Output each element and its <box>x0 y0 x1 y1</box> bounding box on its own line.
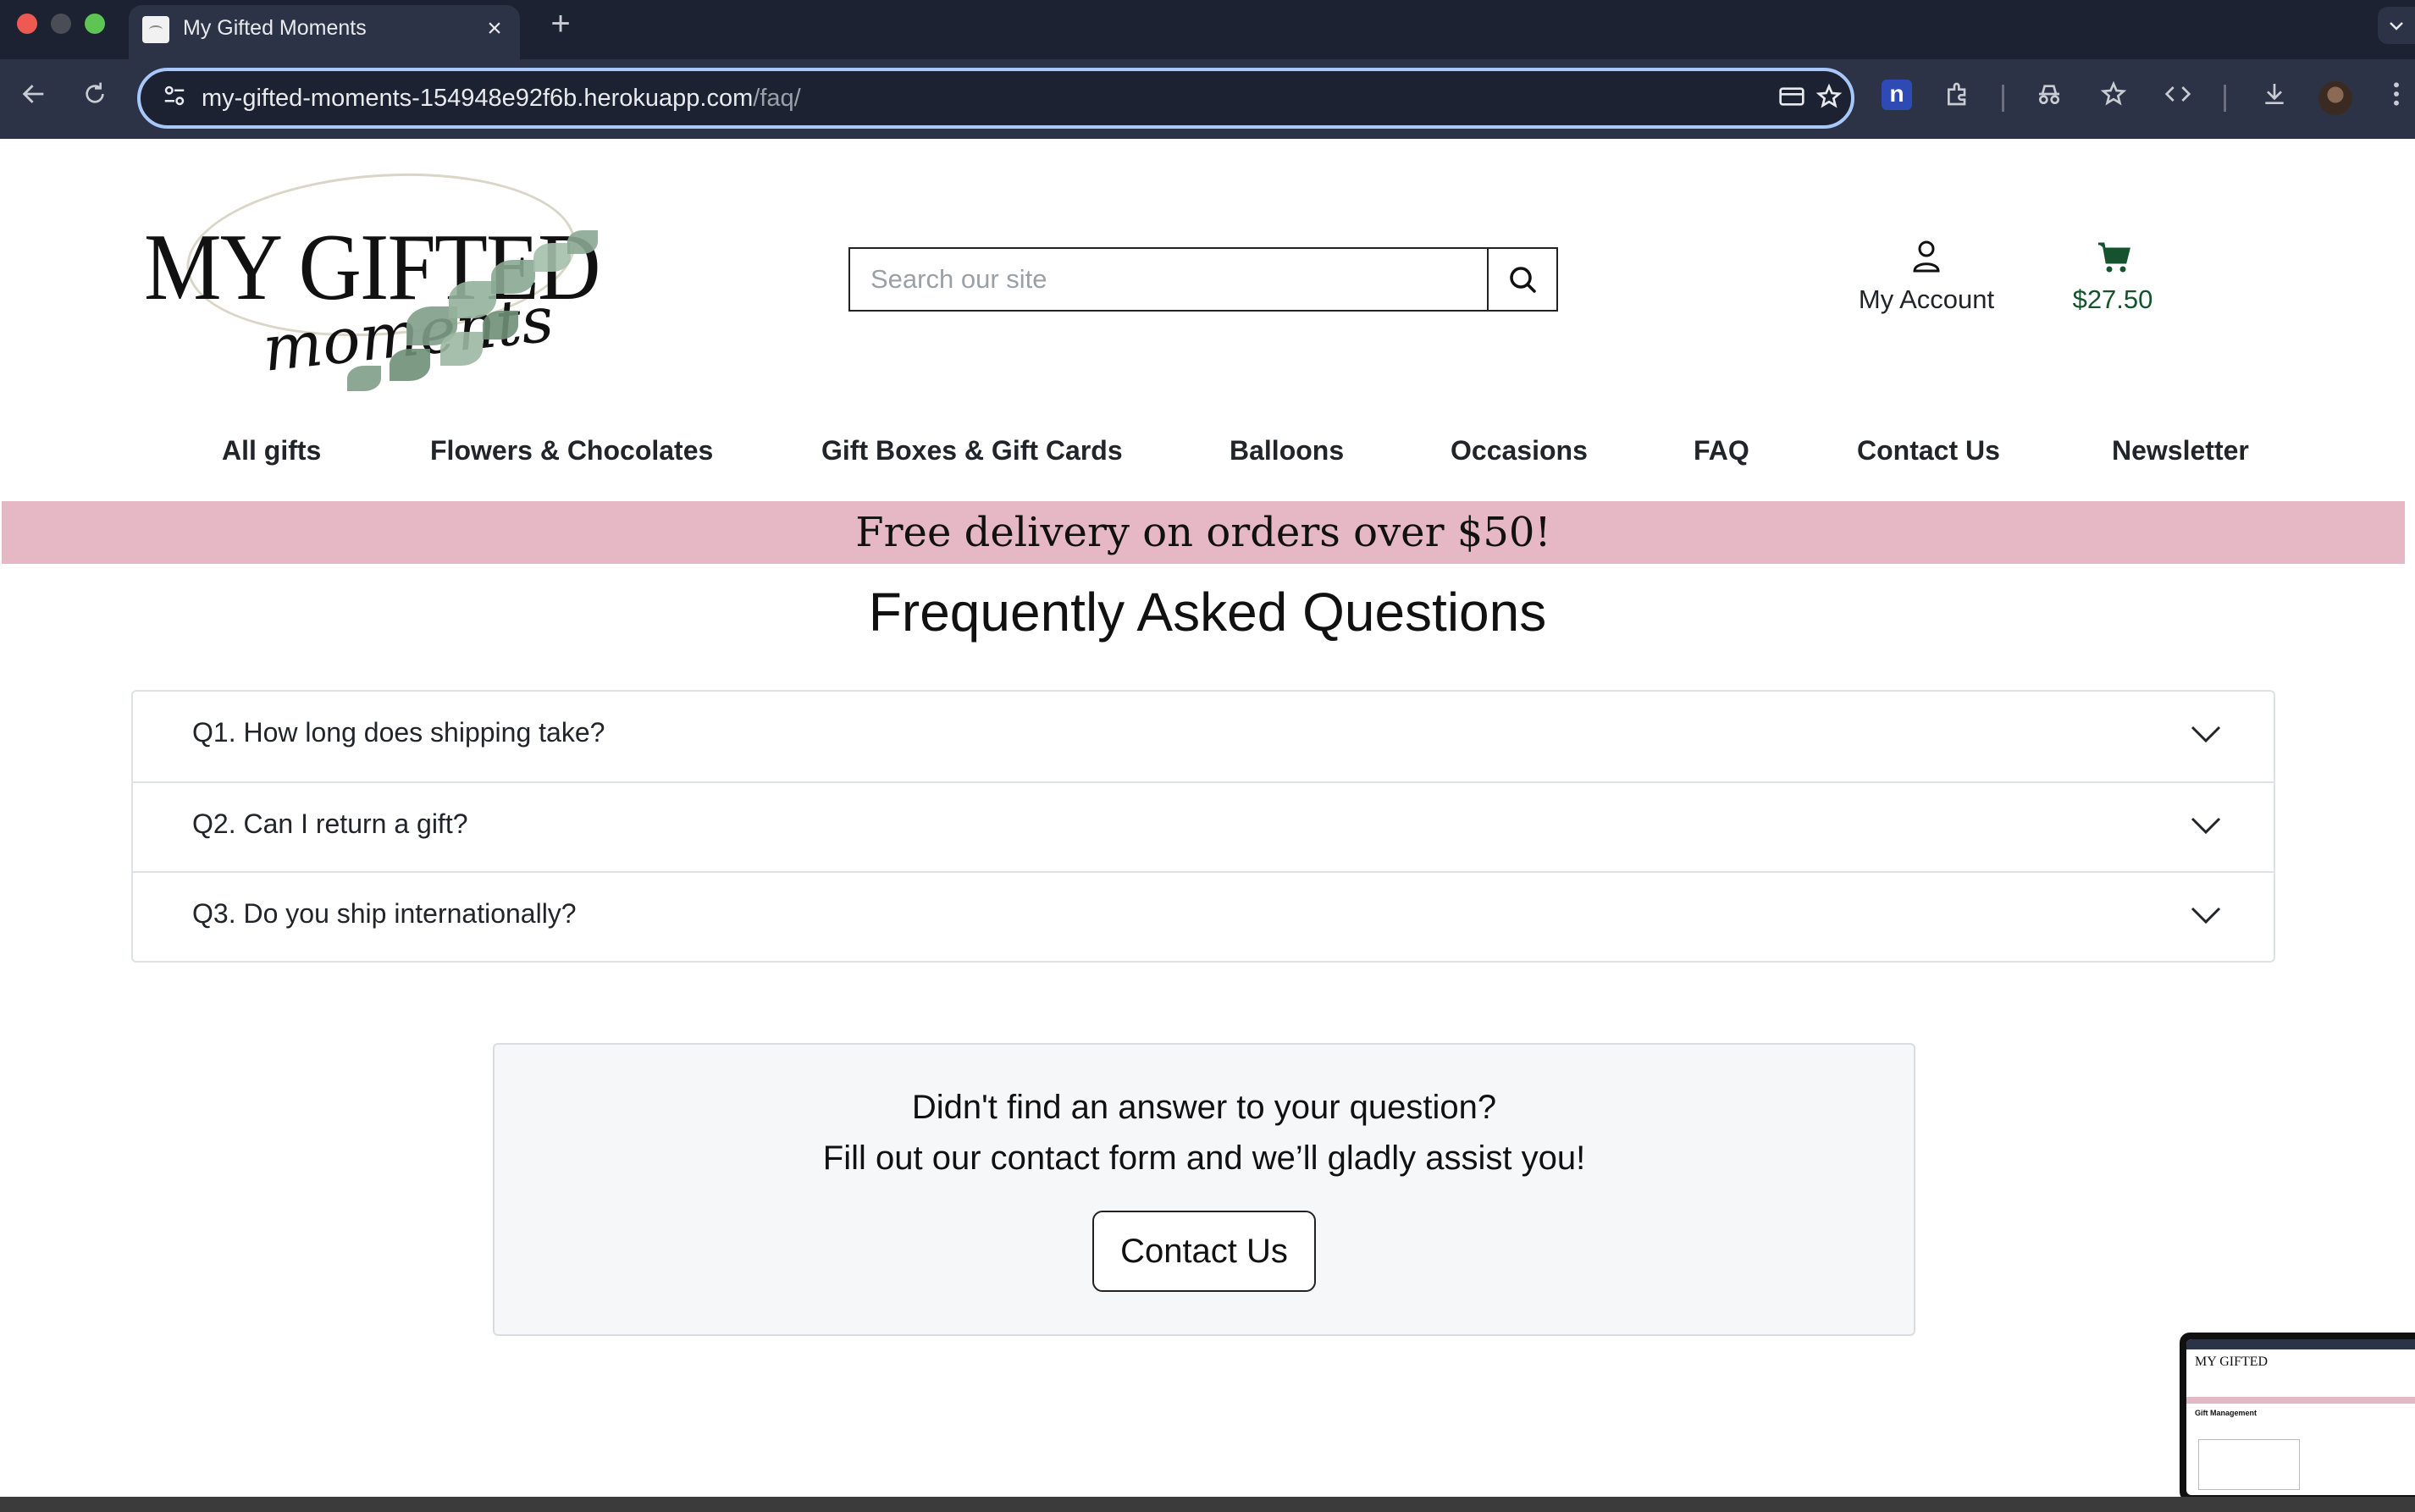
thumbnail-browser-bar <box>2186 1339 2415 1349</box>
thumbnail-screen: MY GIFTED Gift Management <box>2186 1339 2415 1495</box>
url-text: my-gifted-moments-154948e92f6b.herokuapp… <box>202 85 801 113</box>
tab-title: My Gifted Moments <box>183 16 367 40</box>
screenshot-thumbnail[interactable]: MY GIFTED Gift Management <box>2180 1333 2415 1502</box>
url-path: /faq/ <box>753 85 801 112</box>
search-input[interactable] <box>850 249 1489 310</box>
site-logo[interactable]: MY GIFTED moments <box>135 161 677 417</box>
main-navigation: All gifts Flowers & Chocolates Gift Boxe… <box>0 435 2415 486</box>
eucalyptus-leaf <box>567 230 598 254</box>
eucalyptus-leaf <box>491 260 535 294</box>
contact-us-button[interactable]: Contact Us <box>1092 1211 1316 1292</box>
promo-banner-text: Free delivery on orders over $50! <box>855 509 1551 556</box>
card-icon[interactable] <box>1775 83 1809 117</box>
window-close-button[interactable] <box>17 14 37 34</box>
faq-question: Q1. How long does shipping take? <box>192 717 605 748</box>
address-bar[interactable]: my-gifted-moments-154948e92f6b.herokuapp… <box>137 68 1854 129</box>
eucalyptus-leaf <box>347 366 381 391</box>
toolbar-divider <box>2224 85 2226 112</box>
faq-item[interactable]: Q1. How long does shipping take? <box>133 692 2274 781</box>
bookmark-star-icon[interactable] <box>1812 83 1846 117</box>
chevron-down-icon <box>2191 817 2221 835</box>
window-bottom-edge <box>0 1497 2415 1512</box>
chevron-down-icon <box>2191 907 2221 924</box>
site-info-icon[interactable] <box>159 83 190 113</box>
window-minimize-button[interactable] <box>51 14 71 34</box>
nav-link-faq[interactable]: FAQ <box>1694 435 1749 466</box>
browser-tab-active[interactable]: My Gifted Moments × <box>129 5 520 59</box>
nav-link-occasions[interactable]: Occasions <box>1451 435 1588 466</box>
eucalyptus-leaf <box>440 332 483 366</box>
nav-link-gift-boxes[interactable]: Gift Boxes & Gift Cards <box>821 435 1123 466</box>
profile-avatar[interactable] <box>2318 81 2352 115</box>
my-account-label: My Account <box>1858 284 1995 314</box>
page-content: MY GIFTED moments My Account <box>0 139 2415 1502</box>
window-zoom-button[interactable] <box>85 14 105 34</box>
cart-icon <box>2098 242 2130 273</box>
chevron-down-icon <box>2191 726 2221 743</box>
nav-link-newsletter[interactable]: Newsletter <box>2112 435 2249 466</box>
tab-search-button[interactable] <box>2378 7 2415 44</box>
thumbnail-logo: MY GIFTED <box>2195 1355 2269 1369</box>
eucalyptus-leaf <box>483 311 518 339</box>
faq-question: Q3. Do you ship internationally? <box>192 898 577 929</box>
incognito-icon[interactable] <box>2031 80 2068 117</box>
faq-question: Q2. Can I return a gift? <box>192 808 468 839</box>
nav-link-balloons[interactable]: Balloons <box>1230 435 1344 466</box>
search-button[interactable] <box>1487 249 1556 310</box>
user-icon <box>1913 240 1940 273</box>
favicon-icon <box>142 16 169 43</box>
bookmarks-star-icon[interactable] <box>2095 80 2132 117</box>
url-host: my-gifted-moments-154948e92f6b.herokuapp… <box>202 85 754 112</box>
new-tab-button[interactable]: + <box>542 5 579 42</box>
more-menu-icon[interactable] <box>2378 80 2415 117</box>
contact-prompt-line-2: Fill out our contact form and we’ll glad… <box>822 1140 1586 1177</box>
promo-banner: Free delivery on orders over $50! <box>2 501 2405 564</box>
faq-accordion: Q1. How long does shipping take? Q2. Can… <box>131 690 2275 963</box>
back-button[interactable] <box>15 80 52 117</box>
toolbar-divider <box>2002 85 2004 112</box>
thumbnail-form-field <box>2198 1439 2300 1490</box>
eucalyptus-leaf <box>533 243 571 272</box>
nav-link-contact-us[interactable]: Contact Us <box>1857 435 2000 466</box>
nav-link-all-gifts[interactable]: All gifts <box>222 435 321 466</box>
nav-link-flowers-chocolates[interactable]: Flowers & Chocolates <box>430 435 713 466</box>
reload-icon <box>86 82 104 103</box>
my-account-link[interactable]: My Account <box>1846 239 2007 323</box>
thumbnail-heading: Gift Management <box>2195 1409 2258 1417</box>
contact-prompt-box: Didn't find an answer to your question? … <box>493 1043 1915 1336</box>
cart-total: $27.50 <box>2072 284 2153 314</box>
reload-button[interactable] <box>76 80 113 117</box>
contact-prompt-line-1: Didn't find an answer to your question? <box>911 1089 1497 1126</box>
browser-tab-bar: My Gifted Moments × + <box>0 0 2415 59</box>
search-icon <box>1510 267 1536 293</box>
devtools-code-icon[interactable] <box>2159 80 2197 117</box>
downloads-icon[interactable] <box>2256 80 2293 117</box>
eucalyptus-leaf <box>390 349 430 381</box>
faq-item[interactable]: Q2. Can I return a gift? <box>133 781 2274 871</box>
tab-close-icon[interactable]: × <box>479 14 510 44</box>
faq-item[interactable]: Q3. Do you ship internationally? <box>133 871 2274 961</box>
browser-toolbar: my-gifted-moments-154948e92f6b.herokuapp… <box>0 59 2415 139</box>
extension-n-icon[interactable]: n <box>1882 80 1912 110</box>
page-title: Frequently Asked Questions <box>868 582 1547 643</box>
cart-link[interactable]: $27.50 <box>2049 239 2176 323</box>
arrow-left-icon <box>22 85 44 103</box>
search-form <box>848 247 1558 312</box>
thumbnail-banner <box>2186 1397 2415 1404</box>
extensions-puzzle-icon[interactable] <box>1939 80 1976 117</box>
